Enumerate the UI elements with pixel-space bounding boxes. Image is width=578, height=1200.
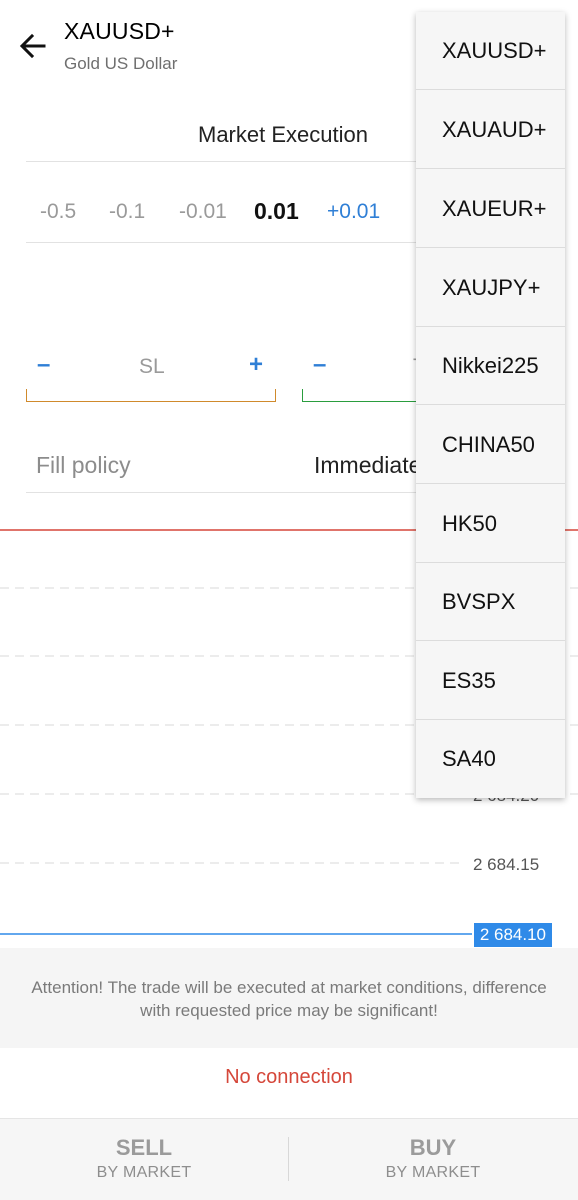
dropdown-item-sa40[interactable]: SA40 [416, 720, 565, 798]
current-price-tag: 2 684.10 [473, 923, 552, 947]
volume-minus-0.5-button[interactable]: -0.5 [40, 200, 76, 224]
volume-value[interactable]: 0.01 [254, 198, 299, 225]
back-arrow-icon[interactable] [14, 28, 50, 64]
price-label: 2 684.15 [473, 855, 540, 874]
tp-border-cover [301, 345, 304, 389]
dropdown-item-es35[interactable]: ES35 [416, 642, 565, 720]
sl-decrease-button[interactable]: – [37, 351, 50, 379]
dropdown-item-xaueur[interactable]: XAUEUR+ [416, 170, 565, 248]
buy-sublabel: BY MARKET [385, 1164, 481, 1181]
fill-policy-value: Immediate [314, 452, 422, 478]
sl-label: SL [139, 355, 165, 378]
dropdown-item-label: XAUJPY+ [442, 275, 541, 300]
dropdown-item-xauusd[interactable]: XAUUSD+ [416, 12, 565, 90]
attention-banner: Attention! The trade will be executed at… [0, 948, 578, 1048]
sl-border-cover [25, 345, 28, 389]
volume-minus-0.1-button[interactable]: -0.1 [109, 200, 145, 224]
sl-border-cover-right [274, 345, 277, 389]
dropdown-item-xauaud[interactable]: XAUAUD+ [416, 91, 565, 169]
sell-button[interactable]: SELL BY MARKET [0, 1119, 288, 1200]
dropdown-item-label: SA40 [442, 746, 496, 771]
volume-minus-0.01-button[interactable]: -0.01 [179, 200, 227, 224]
dropdown-item-china50[interactable]: CHINA50 [416, 406, 565, 484]
dropdown-item-label: HK50 [442, 511, 498, 536]
dropdown-item-label: XAUEUR+ [442, 196, 547, 221]
sl-increase-button[interactable]: + [249, 351, 263, 379]
dropdown-item-label: XAUAUD+ [442, 117, 547, 142]
symbol-description: Gold US Dollar [64, 54, 178, 73]
sell-label: SELL [115, 1135, 173, 1160]
symbol-title[interactable]: XAUUSD+ [64, 18, 175, 45]
execution-type-label: Market Execution [198, 122, 368, 147]
dropdown-item-label: ES35 [442, 668, 496, 693]
dropdown-item-label: BVSPX [442, 589, 516, 614]
trade-action-bar: SELL BY MARKET BUY BY MARKET [0, 1118, 578, 1200]
dropdown-item-label: CHINA50 [442, 432, 535, 457]
buy-label: BUY [409, 1135, 457, 1160]
sell-sublabel: BY MARKET [96, 1164, 192, 1181]
dropdown-item-xaujpy[interactable]: XAUJPY+ [416, 249, 565, 327]
attention-text: Attention! The trade will be executed at… [31, 978, 547, 1020]
dropdown-item-nikkei225[interactable]: Nikkei225 [416, 327, 565, 405]
dropdown-item-label: XAUUSD+ [442, 38, 547, 63]
fill-policy-label: Fill policy [36, 452, 131, 478]
buy-button[interactable]: BUY BY MARKET [289, 1119, 577, 1200]
volume-plus-0.01-button[interactable]: +0.01 [327, 200, 380, 224]
dropdown-item-hk50[interactable]: HK50 [416, 485, 565, 563]
symbol-dropdown-menu: XAUUSD+ XAUAUD+ XAUEUR+ XAUJPY+ Nikkei22… [416, 12, 565, 798]
stop-loss-field[interactable]: – SL + [25, 345, 277, 402]
dropdown-item-bvspx[interactable]: BVSPX [416, 563, 565, 641]
tp-decrease-button[interactable]: – [313, 351, 326, 379]
dropdown-item-label: Nikkei225 [442, 353, 539, 378]
connection-status: No connection [225, 1066, 353, 1088]
